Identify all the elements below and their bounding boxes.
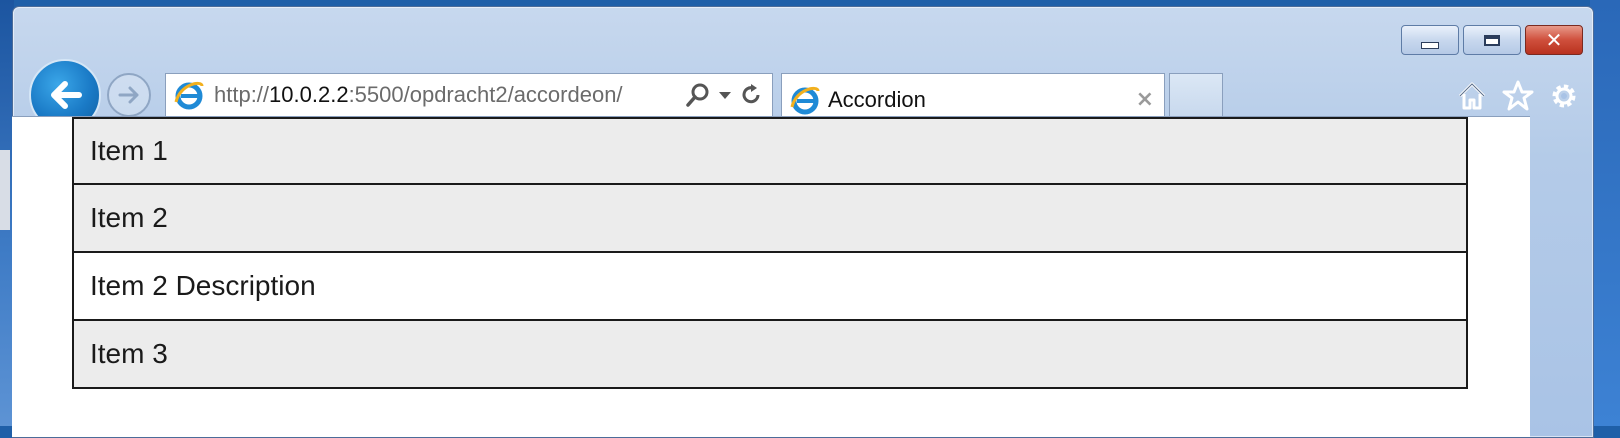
close-window-button[interactable]: ✕ <box>1525 25 1583 55</box>
back-arrow-icon <box>51 81 82 109</box>
maximize-icon <box>1484 34 1500 46</box>
address-tools <box>684 81 764 109</box>
minimize-icon <box>1421 41 1439 49</box>
gear-icon[interactable] <box>1547 79 1581 113</box>
forward-button[interactable] <box>107 73 151 117</box>
close-tab-icon[interactable]: × <box>1136 87 1154 112</box>
accordion-header-item-3[interactable]: Item 3 <box>72 321 1468 389</box>
accordion-header-item-2[interactable]: Item 2 <box>72 185 1468 253</box>
minimize-button[interactable] <box>1401 25 1459 55</box>
chevron-down-icon[interactable] <box>718 88 732 102</box>
internet-explorer-icon <box>174 81 204 110</box>
address-bar[interactable]: http://10.0.2.2:5500/opdracht2/accordeon… <box>165 73 773 117</box>
tab-title: Accordion <box>828 86 926 112</box>
url-host: 10.0.2.2 <box>269 82 349 107</box>
url-prefix: http:// <box>214 82 270 107</box>
command-icons <box>1455 79 1581 113</box>
caption-buttons: ✕ <box>1401 25 1583 55</box>
accordion-panel-item-2: Item 2 Description <box>72 253 1468 321</box>
internet-explorer-icon <box>790 86 820 114</box>
accordion-header-item-1[interactable]: Item 1 <box>72 117 1468 185</box>
star-icon[interactable] <box>1501 79 1535 113</box>
accordion: Item 1 Item 2 Item 2 Description Item 3 <box>72 117 1468 389</box>
close-icon: ✕ <box>1545 28 1563 52</box>
url-text[interactable]: http://10.0.2.2:5500/opdracht2/accordeon… <box>214 82 623 108</box>
home-icon[interactable] <box>1455 79 1489 113</box>
desktop-background-right <box>1590 0 1620 426</box>
desktop-window-edge <box>0 150 10 230</box>
maximize-button[interactable] <box>1463 25 1521 55</box>
url-path: :5500/opdracht2/accordeon/ <box>348 82 623 107</box>
page-content: Item 1 Item 2 Item 2 Description Item 3 <box>12 116 1530 437</box>
forward-arrow-icon <box>118 86 139 104</box>
search-icon[interactable] <box>684 81 712 109</box>
refresh-icon[interactable] <box>738 82 764 108</box>
